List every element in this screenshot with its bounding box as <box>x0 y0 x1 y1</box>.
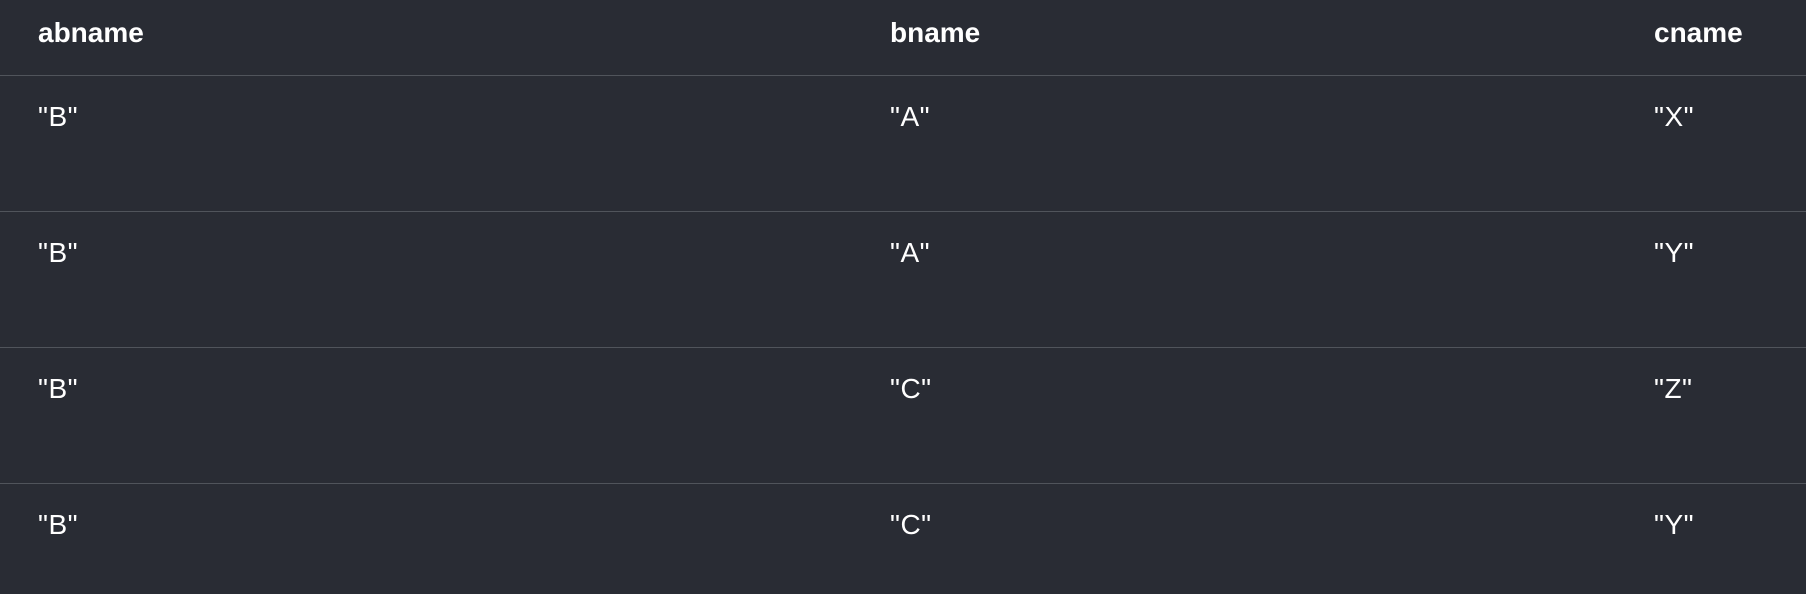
table-cell-cname: "Z" <box>1654 373 1693 404</box>
table-row[interactable]: "B" "A" "X" <box>0 76 1806 212</box>
table-cell-cname: "Y" <box>1654 237 1695 268</box>
table-cell-bname: "A" <box>890 237 931 268</box>
table-cell-abname: "B" <box>38 101 79 132</box>
column-header-cname[interactable]: cname <box>1654 16 1743 50</box>
table-cell-abname: "B" <box>38 373 79 404</box>
table-row[interactable]: "B" "C" "Y" <box>0 484 1806 594</box>
table-cell-bname: "C" <box>890 373 932 404</box>
table-cell-abname: "B" <box>38 237 79 268</box>
table-header: abname bname cname <box>0 0 1806 76</box>
table-cell-abname: "B" <box>38 509 79 540</box>
table-cell-cname: "Y" <box>1654 509 1695 540</box>
table-row[interactable]: "B" "A" "Y" <box>0 212 1806 348</box>
results-table: abname bname cname "B" "A" "X" "B" "A" "… <box>0 0 1806 594</box>
table-cell-cname: "X" <box>1654 101 1695 132</box>
table-row[interactable]: "B" "C" "Z" <box>0 348 1806 484</box>
table-cell-bname: "C" <box>890 509 932 540</box>
column-header-abname[interactable]: abname <box>38 16 144 50</box>
column-header-bname[interactable]: bname <box>890 16 980 50</box>
table-cell-bname: "A" <box>890 101 931 132</box>
